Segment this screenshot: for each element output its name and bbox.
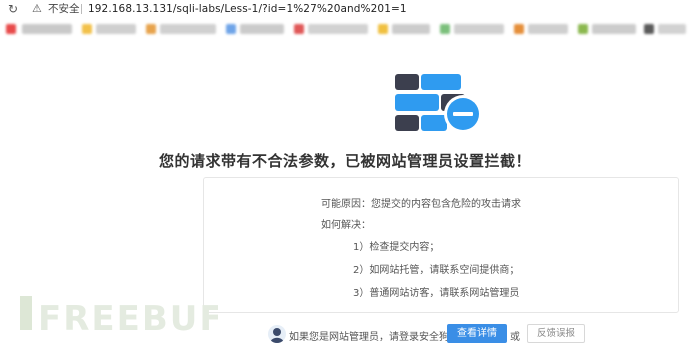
bookmark-item[interactable] [6, 24, 16, 34]
bookmark-item[interactable] [22, 24, 72, 34]
bookmark-item[interactable] [658, 24, 686, 34]
firewall-block-icon [395, 74, 482, 133]
admin-login-text: 如果您是网站管理员，请登录安全狗 [289, 332, 449, 343]
reload-icon[interactable]: ↻ [8, 3, 20, 15]
bookmarks-bar [0, 20, 690, 38]
block-title: 您的请求带有不合法参数，已被网站管理员设置拦截！ [158, 152, 531, 170]
bookmark-item[interactable] [454, 24, 504, 34]
bookmark-item[interactable] [226, 24, 236, 34]
howto-label: 如何解决： [321, 220, 371, 231]
bookmark-item[interactable] [146, 24, 156, 34]
view-details-button[interactable]: 查看详情 [447, 324, 507, 343]
url-field[interactable]: 192.168.13.131/sqli-labs/Less-1/?id=1%27… [88, 2, 407, 16]
warning-icon[interactable]: ⚠ [32, 2, 42, 16]
bookmark-item[interactable] [294, 24, 304, 34]
bookmark-item[interactable] [378, 24, 388, 34]
report-false-positive-button[interactable]: 反馈误报 [527, 324, 585, 343]
step-item: 2）如网站托管，请联系空间提供商； [353, 265, 520, 276]
security-label[interactable]: 不安全 [48, 2, 80, 16]
bookmark-item[interactable] [528, 24, 568, 34]
step-item: 1）检查提交内容； [353, 242, 440, 253]
bookmark-item[interactable] [160, 24, 216, 34]
reason-text: 可能原因：您提交的内容包含危险的攻击请求 [321, 199, 521, 210]
footer: 如果您是网站管理员，请登录安全狗 查看详情 或 反馈误报 [0, 322, 690, 346]
step-item: 3）普通网站访客，请联系网站管理员 [353, 288, 520, 299]
admin-avatar-icon [268, 325, 286, 343]
address-separator [81, 4, 82, 14]
info-panel: 可能原因：您提交的内容包含危险的攻击请求 如何解决： 1）检查提交内容； 2）如… [203, 177, 679, 313]
bookmark-item[interactable] [440, 24, 450, 34]
bookmark-item[interactable] [514, 24, 524, 34]
bookmark-item[interactable] [96, 24, 136, 34]
bookmark-item[interactable] [578, 24, 588, 34]
bookmark-item[interactable] [82, 24, 92, 34]
bookmark-item[interactable] [592, 24, 636, 34]
bookmark-item[interactable] [644, 24, 654, 34]
bookmark-item[interactable] [308, 24, 368, 34]
or-text: 或 [510, 332, 520, 343]
bookmark-item[interactable] [240, 24, 284, 34]
bookmark-item[interactable] [392, 24, 430, 34]
browser-address-bar: ↻ ⚠ 不安全 192.168.13.131/sqli-labs/Less-1/… [0, 0, 690, 18]
